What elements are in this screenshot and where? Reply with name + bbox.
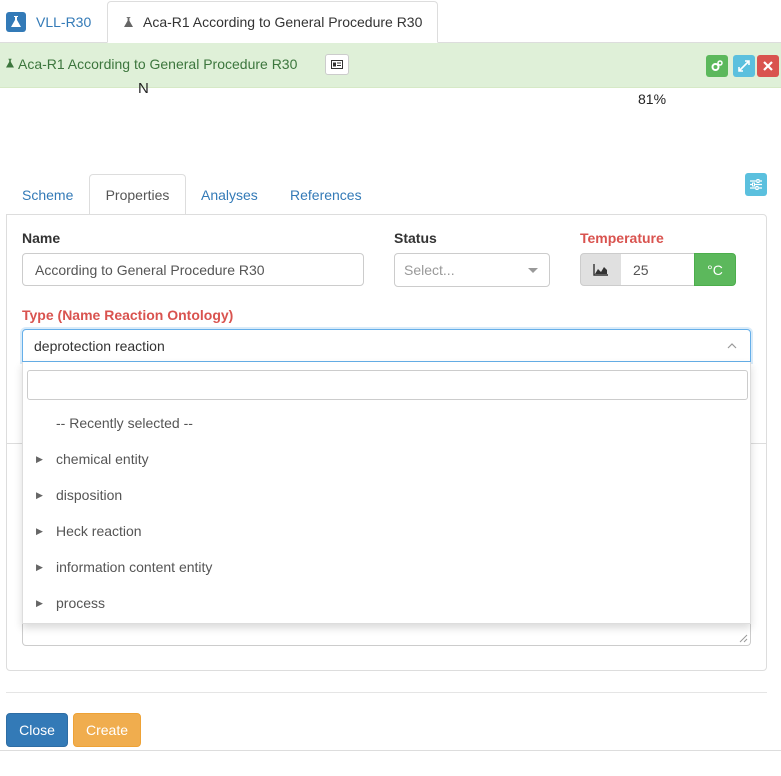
caret-right-icon[interactable]: ▶ — [23, 526, 56, 537]
type-select[interactable]: deprotection reaction — [22, 329, 751, 362]
tab-label: Aca-R1 According to General Procedure R3… — [143, 14, 423, 30]
section-divider — [6, 443, 22, 444]
chevron-down-icon — [528, 267, 538, 273]
id-card-icon — [331, 60, 343, 69]
expand-button[interactable] — [733, 55, 755, 77]
document-tab-bar: VLL-R30 Aca-R1 According to General Proc… — [0, 0, 781, 43]
tree-item-process[interactable]: ▶ process — [23, 585, 752, 621]
tab-references[interactable]: References — [290, 174, 362, 215]
gear-button[interactable] — [706, 55, 728, 77]
footer-divider — [6, 692, 767, 693]
tree-item-information-content-entity[interactable]: ▶ information content entity — [23, 549, 752, 585]
name-input[interactable]: According to General Procedure R30 — [22, 253, 364, 286]
flask-icon — [6, 12, 26, 32]
scheme-atom-label: N — [138, 80, 149, 97]
section-divider — [751, 443, 767, 444]
tab-aca-r1[interactable]: Aca-R1 According to General Procedure R3… — [107, 1, 438, 43]
expand-icon — [738, 60, 750, 72]
flask-icon — [124, 16, 133, 28]
id-card-button[interactable] — [325, 54, 349, 75]
status-select[interactable]: Select... — [394, 253, 550, 287]
caret-right-icon[interactable]: ▶ — [23, 562, 56, 573]
temperature-label: Temperature — [580, 230, 664, 246]
scheme-yield: 81% — [638, 91, 667, 107]
flask-icon — [6, 56, 14, 72]
sliders-icon — [750, 179, 762, 190]
properties-settings-button[interactable] — [745, 173, 767, 196]
temperature-chart-button[interactable] — [580, 253, 622, 286]
caret-right-icon[interactable]: ▶ — [23, 490, 56, 501]
reaction-header: Aca-R1 According to General Procedure R3… — [0, 43, 781, 88]
reaction-title: Aca-R1 According to General Procedure R3… — [6, 56, 297, 72]
temperature-unit-button[interactable]: °C — [694, 253, 736, 286]
chevron-up-icon — [727, 343, 737, 349]
gears-icon — [711, 60, 723, 71]
bottom-border — [0, 750, 781, 751]
name-label: Name — [22, 230, 61, 246]
close-button[interactable] — [757, 55, 779, 77]
temperature-input[interactable]: 25 — [621, 253, 695, 286]
tab-analyses[interactable]: Analyses — [201, 174, 258, 215]
close-icon — [763, 61, 773, 71]
area-chart-icon — [593, 263, 608, 276]
recent-header: -- Recently selected -- — [56, 415, 193, 431]
dropdown-search-input[interactable] — [27, 370, 748, 400]
create-button[interactable]: Create — [73, 713, 141, 747]
tab-label: VLL-R30 — [36, 14, 92, 30]
tree-item-disposition[interactable]: ▶ disposition — [23, 477, 752, 513]
tab-vll-r30[interactable]: VLL-R30 — [0, 1, 104, 43]
tab-scheme[interactable]: Scheme — [22, 174, 73, 215]
status-label: Status — [394, 230, 437, 246]
type-dropdown-menu: -- Recently selected -- ▶ chemical entit… — [22, 362, 751, 624]
resize-handle-icon[interactable] — [739, 634, 748, 643]
tree-item-chemical-entity[interactable]: ▶ chemical entity — [23, 441, 752, 477]
caret-right-icon[interactable]: ▶ — [23, 454, 56, 465]
type-label: Type (Name Reaction Ontology) — [22, 307, 234, 323]
tree-item-heck-reaction[interactable]: ▶ Heck reaction — [23, 513, 752, 549]
tab-properties[interactable]: Properties — [89, 174, 186, 215]
close-button[interactable]: Close — [6, 713, 68, 747]
caret-right-icon[interactable]: ▶ — [23, 598, 56, 609]
